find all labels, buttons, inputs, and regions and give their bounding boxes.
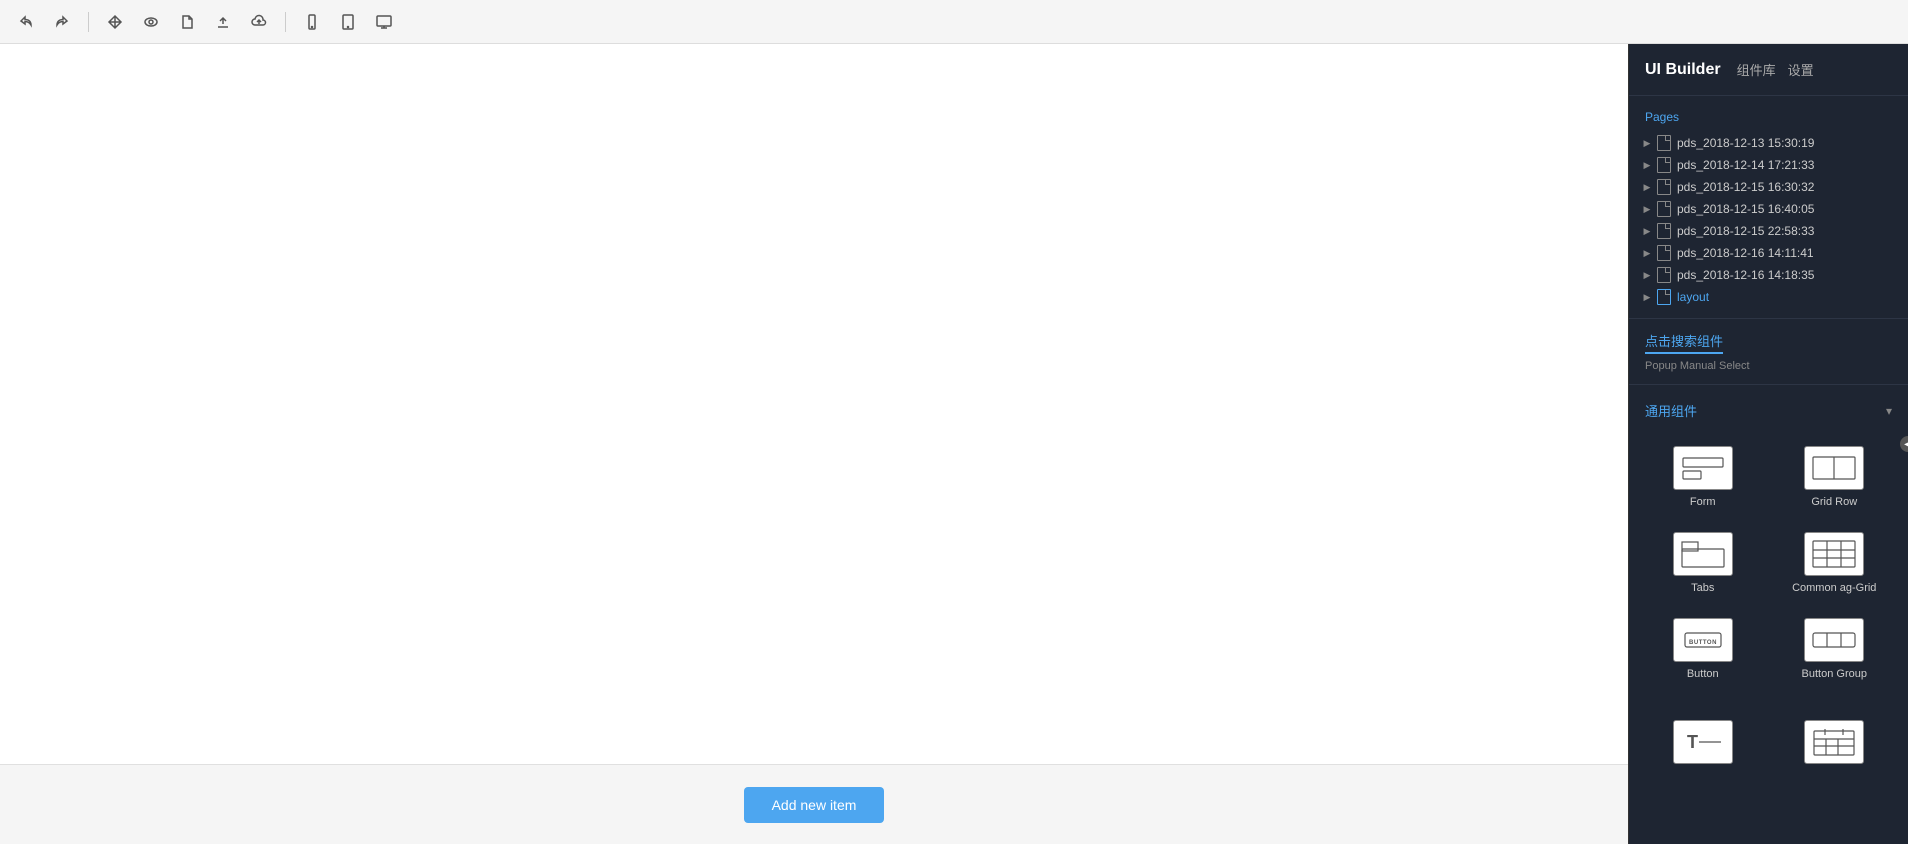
page-file-icon-layout <box>1657 289 1671 305</box>
page-name-4: pds_2018-12-15 22:58:33 <box>1677 224 1814 238</box>
grid-row-label: Grid Row <box>1811 496 1857 508</box>
search-components-label[interactable]: 点击搜索组件 <box>1645 331 1723 354</box>
chevron-icon-0: ▶ <box>1641 137 1653 149</box>
undo-button[interactable] <box>12 8 40 36</box>
page-name-3: pds_2018-12-15 16:40:05 <box>1677 202 1814 216</box>
page-name-6: pds_2018-12-16 14:18:35 <box>1677 268 1814 282</box>
text-field-icon: T <box>1673 720 1733 764</box>
component-text-field[interactable]: T <box>1637 708 1769 782</box>
main-area: Add new item UI Builder 组件库 设置 Pages ▶ p… <box>0 44 1908 844</box>
chevron-icon-layout: ▶ <box>1641 291 1653 303</box>
tab-components[interactable]: 组件库 <box>1737 56 1776 83</box>
button-group-icon <box>1804 618 1864 662</box>
button-label: Button <box>1687 668 1719 680</box>
page-name-2: pds_2018-12-15 16:30:32 <box>1677 180 1814 194</box>
mobile-icon[interactable] <box>298 8 326 36</box>
right-panel: UI Builder 组件库 设置 Pages ▶ pds_2018-12-13… <box>1628 44 1908 844</box>
redo-button[interactable] <box>48 8 76 36</box>
chevron-down-icon: ▾ <box>1886 404 1892 418</box>
page-item-layout[interactable]: ▶ layout <box>1629 286 1908 308</box>
svg-text:BUTTON: BUTTON <box>1689 640 1717 646</box>
component-button[interactable]: BUTTON Button <box>1637 606 1769 692</box>
component-ag-grid[interactable]: Common ag-Grid <box>1769 520 1901 606</box>
canvas-content <box>0 44 1628 764</box>
chevron-icon-6: ▶ <box>1641 269 1653 281</box>
search-hint: Popup Manual Select <box>1645 360 1892 372</box>
page-item-2[interactable]: ▶ pds_2018-12-15 16:30:32 <box>1629 176 1908 198</box>
components-section: 通用组件 ▾ Form <box>1629 385 1908 800</box>
page-name-1: pds_2018-12-14 17:21:33 <box>1677 158 1814 172</box>
move-icon[interactable] <box>101 8 129 36</box>
canvas-footer: Add new item <box>0 764 1628 844</box>
tablet-icon[interactable] <box>334 8 362 36</box>
tabs-icon <box>1673 532 1733 576</box>
button-icon: BUTTON <box>1673 618 1733 662</box>
chevron-icon-5: ▶ <box>1641 247 1653 259</box>
toolbar-divider-1 <box>88 12 89 32</box>
panel-title: UI Builder <box>1645 61 1721 79</box>
page-item-6[interactable]: ▶ pds_2018-12-16 14:18:35 <box>1629 264 1908 286</box>
svg-text:T: T <box>1687 732 1698 752</box>
component-calendar[interactable] <box>1769 708 1901 782</box>
component-button-group[interactable]: Button Group <box>1769 606 1901 692</box>
toolbar-divider-2 <box>285 12 286 32</box>
page-name-5: pds_2018-12-16 14:11:41 <box>1677 246 1814 260</box>
page-item-1[interactable]: ▶ pds_2018-12-14 17:21:33 <box>1629 154 1908 176</box>
grid-row-icon <box>1804 446 1864 490</box>
component-tabs[interactable]: Tabs <box>1637 520 1769 606</box>
desktop-icon[interactable] <box>370 8 398 36</box>
chevron-icon-2: ▶ <box>1641 181 1653 193</box>
page-item-4[interactable]: ▶ pds_2018-12-15 22:58:33 <box>1629 220 1908 242</box>
page-file-icon-1 <box>1657 157 1671 173</box>
component-grid: Form Grid Row <box>1629 426 1908 700</box>
ag-grid-icon <box>1804 532 1864 576</box>
components-section-title: 通用组件 <box>1645 401 1697 420</box>
cloud-upload-icon[interactable] <box>245 8 273 36</box>
ag-grid-label: Common ag-Grid <box>1792 582 1876 594</box>
page-item-0[interactable]: ▶ pds_2018-12-13 15:30:19 <box>1629 132 1908 154</box>
page-item-5[interactable]: ▶ pds_2018-12-16 14:11:41 <box>1629 242 1908 264</box>
tab-settings[interactable]: 设置 <box>1788 56 1814 83</box>
page-file-icon-6 <box>1657 267 1671 283</box>
pages-label: Pages <box>1629 106 1908 132</box>
component-form[interactable]: Form <box>1637 434 1769 520</box>
canvas-area: Add new item <box>0 44 1628 844</box>
page-name-0: pds_2018-12-13 15:30:19 <box>1677 136 1814 150</box>
components-header[interactable]: 通用组件 ▾ <box>1629 395 1908 426</box>
page-file-icon-3 <box>1657 201 1671 217</box>
page-item-3[interactable]: ▶ pds_2018-12-15 16:40:05 <box>1629 198 1908 220</box>
form-label: Form <box>1690 496 1716 508</box>
chevron-icon-1: ▶ <box>1641 159 1653 171</box>
upload-icon[interactable] <box>209 8 237 36</box>
component-grid-row[interactable]: Grid Row <box>1769 434 1901 520</box>
chevron-icon-4: ▶ <box>1641 225 1653 237</box>
chevron-icon-3: ▶ <box>1641 203 1653 215</box>
add-new-item-button[interactable]: Add new item <box>744 787 885 823</box>
eye-icon[interactable] <box>137 8 165 36</box>
page-file-icon-5 <box>1657 245 1671 261</box>
page-file-icon-2 <box>1657 179 1671 195</box>
page-file-icon-4 <box>1657 223 1671 239</box>
form-icon <box>1673 446 1733 490</box>
panel-header: UI Builder 组件库 设置 <box>1629 44 1908 96</box>
file-icon[interactable] <box>173 8 201 36</box>
tabs-label: Tabs <box>1691 582 1714 594</box>
calendar-icon <box>1804 720 1864 764</box>
page-file-icon-0 <box>1657 135 1671 151</box>
page-name-layout: layout <box>1677 290 1709 304</box>
pages-section: Pages ▶ pds_2018-12-13 15:30:19 ▶ pds_20… <box>1629 96 1908 319</box>
component-grid-bottom: T <box>1629 700 1908 790</box>
search-section: 点击搜索组件 Popup Manual Select <box>1629 319 1908 385</box>
button-group-label: Button Group <box>1802 668 1867 680</box>
toolbar <box>0 0 1908 44</box>
